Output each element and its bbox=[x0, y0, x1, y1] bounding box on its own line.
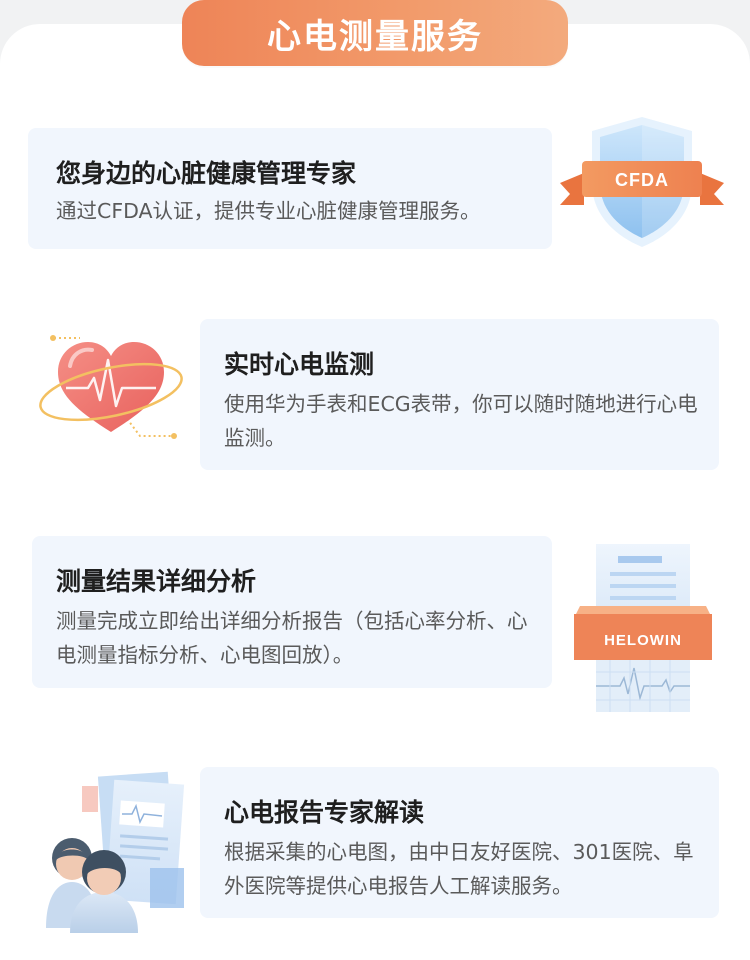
feature-description: 根据采集的心电图，由中日友好医院、301医院、阜外医院等提供心电报告人工解读服务… bbox=[224, 840, 694, 898]
cfda-shield-icon: CFDA bbox=[558, 113, 726, 253]
feature-card-expert: 您身边的心脏健康管理专家 通过CFDA认证，提供专业心脏健康管理服务。 bbox=[28, 128, 552, 249]
helowin-badge-text: HELOWIN bbox=[604, 632, 682, 649]
header-banner: 心电测量服务 bbox=[182, 0, 568, 66]
feature-title: 心电报告专家解读 bbox=[224, 798, 425, 827]
feature-card-monitoring: 实时心电监测 使用华为手表和ECG表带，你可以随时随地进行心电监测。 bbox=[200, 319, 719, 470]
page: 心电测量服务 您身边的心脏健康管理专家 通过CFDA认证，提供专业心脏健康管理服… bbox=[0, 0, 750, 960]
feature-description: 通过CFDA认证，提供专业心脏健康管理服务。 bbox=[56, 199, 481, 223]
report-printer-icon: HELOWIN bbox=[570, 542, 716, 714]
doctors-report-icon bbox=[40, 768, 190, 933]
feature-title: 测量结果详细分析 bbox=[56, 567, 257, 596]
feature-card-analysis: 测量结果详细分析 测量完成立即给出详细分析报告（包括心率分析、心电测量指标分析、… bbox=[32, 536, 552, 688]
feature-card-expert-report: 心电报告专家解读 根据采集的心电图，由中日友好医院、301医院、阜外医院等提供心… bbox=[200, 767, 719, 918]
feature-description: 测量完成立即给出详细分析报告（包括心率分析、心电测量指标分析、心电图回放）。 bbox=[56, 609, 528, 667]
cfda-badge-text: CFDA bbox=[615, 170, 669, 190]
feature-description: 使用华为手表和ECG表带，你可以随时随地进行心电监测。 bbox=[224, 392, 698, 450]
feature-title: 实时心电监测 bbox=[224, 350, 375, 379]
page-title: 心电测量服务 bbox=[267, 16, 483, 57]
feature-title: 您身边的心脏健康管理专家 bbox=[56, 159, 357, 188]
heart-ecg-icon bbox=[36, 330, 186, 445]
